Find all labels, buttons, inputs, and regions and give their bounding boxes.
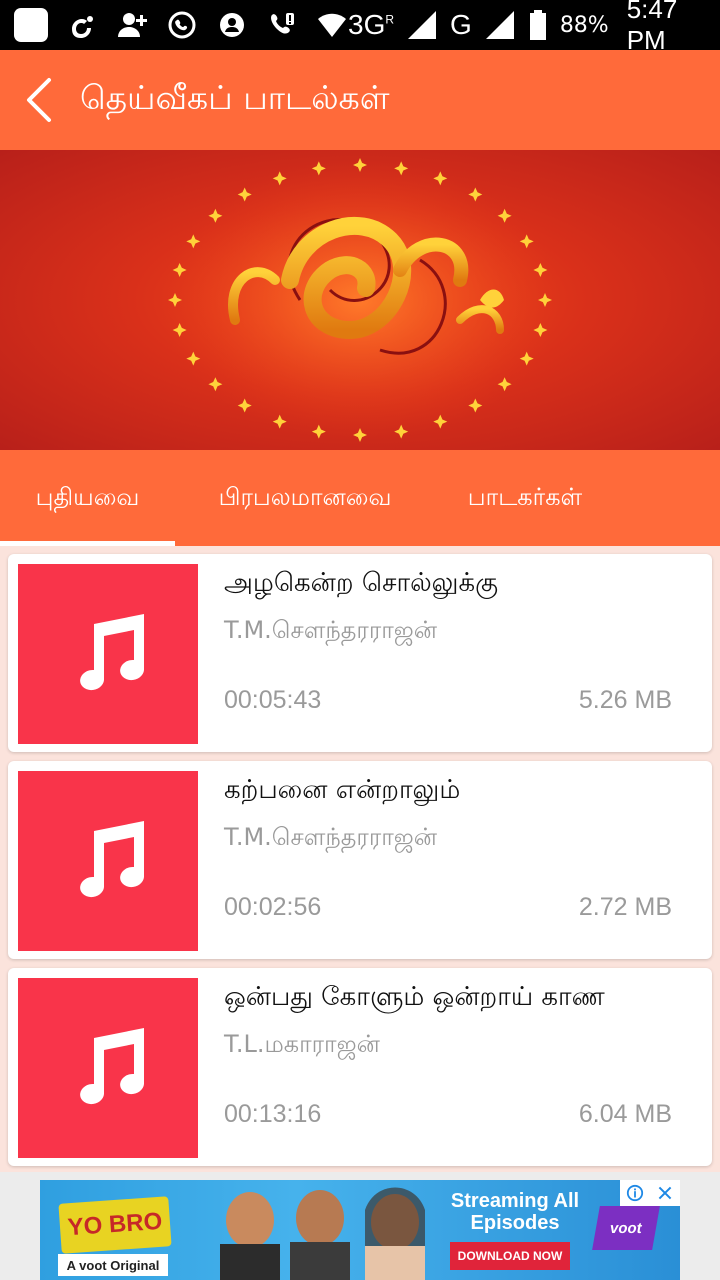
song-duration: 00:05:43 <box>224 686 322 714</box>
song-file-size: 5.26 MB <box>578 686 672 714</box>
ad-area: YO BRO A voot Original Streaming All Epi… <box>0 1172 720 1280</box>
song-thumbnail <box>18 978 198 1158</box>
battery-icon <box>528 9 548 41</box>
notification-app-icon <box>14 8 48 42</box>
tab-bar: புதியவை பிரபலமானவை பாடகர்கள் <box>0 450 720 546</box>
clock: 5:47 PM <box>626 0 678 55</box>
music-note-icon <box>80 614 144 691</box>
chevron-left-icon <box>27 78 51 122</box>
uc-browser-icon <box>66 9 98 41</box>
om-ganesha-artwork <box>160 158 560 442</box>
song-thumbnail <box>18 564 198 744</box>
ad-close-icon[interactable] <box>650 1180 680 1206</box>
ad-info-icon[interactable] <box>620 1180 650 1206</box>
app-bar: தெய்வீகப் பாடல்கள் <box>0 50 720 150</box>
song-artist: T.L.மகாராஜன் <box>224 1030 380 1058</box>
header-banner-image <box>0 150 720 450</box>
song-duration: 00:02:56 <box>224 893 322 921</box>
tab-popular[interactable]: பிரபலமானவை <box>175 450 435 546</box>
song-list-item[interactable]: அழகென்ற சொல்லுக்கு T.M.சௌந்தரராஜன் 00:05… <box>8 554 712 752</box>
network-type-label-2: G <box>450 9 472 40</box>
music-note-icon <box>80 821 144 898</box>
song-artist: T.M.சௌந்தரராஜன் <box>224 823 438 851</box>
ad-brand-subtitle: A voot Original <box>58 1254 168 1276</box>
signal-strength-icon <box>406 9 438 41</box>
song-title: அழகென்ற சொல்லுக்கு <box>224 568 499 598</box>
tab-singers[interactable]: பாடகர்கள் <box>435 450 615 546</box>
song-artist: T.M.சௌந்தரராஜன் <box>224 616 438 644</box>
back-button[interactable] <box>0 50 76 150</box>
ad-network-logo: voot <box>592 1206 660 1250</box>
song-list-item[interactable]: ஒன்பது கோளும் ஒன்றாய் காண T.L.மகாராஜன் 0… <box>8 968 712 1166</box>
song-file-size: 6.04 MB <box>578 1100 672 1128</box>
tab-new[interactable]: புதியவை <box>0 450 175 546</box>
battery-percent: 88% <box>559 12 609 38</box>
song-thumbnail <box>18 771 198 951</box>
ad-headline: Streaming All Episodes <box>450 1190 580 1234</box>
song-duration: 00:13:16 <box>224 1100 322 1128</box>
song-file-size: 2.72 MB <box>578 893 672 921</box>
signal-strength-icon-2 <box>484 9 516 41</box>
song-title: கற்பனை என்றாலும் <box>224 775 461 805</box>
song-title: ஒன்பது கோளும் ஒன்றாய் காண <box>224 982 605 1012</box>
ad-people-image <box>220 1187 425 1280</box>
status-bar: 3GR G 88% 5:47 PM <box>0 0 720 55</box>
network-type-label: 3GR <box>348 9 395 40</box>
ad-brand-logo: YO BRO <box>58 1196 172 1254</box>
whatsapp-icon <box>166 9 198 41</box>
ad-download-button[interactable]: DOWNLOAD NOW <box>450 1242 570 1270</box>
account-icon <box>216 9 248 41</box>
music-note-icon <box>80 1028 144 1105</box>
call-alert-icon <box>266 9 298 41</box>
ad-banner[interactable]: YO BRO A voot Original Streaming All Epi… <box>40 1180 680 1280</box>
wifi-icon <box>316 9 348 41</box>
add-contact-icon <box>116 9 148 41</box>
song-list-item[interactable]: கற்பனை என்றாலும் T.M.சௌந்தரராஜன் 00:02:5… <box>8 761 712 959</box>
page-title: தெய்வீகப் பாடல்கள் <box>80 78 390 117</box>
